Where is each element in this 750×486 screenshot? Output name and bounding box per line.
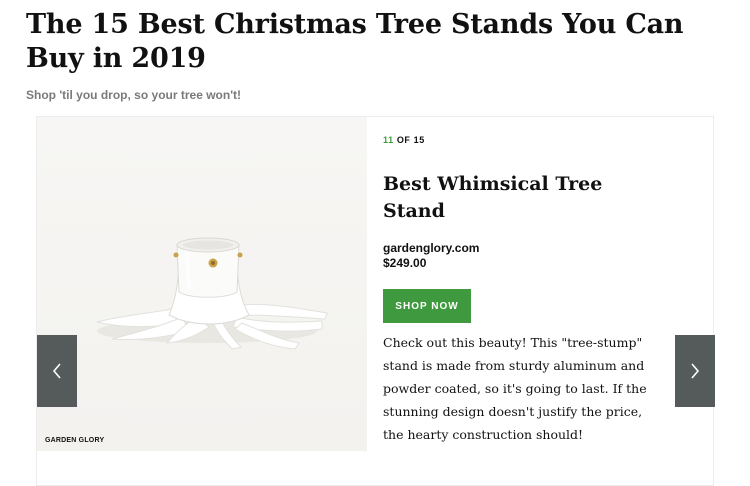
previous-slide-button[interactable] — [37, 335, 77, 407]
product-image: GARDEN GLORY — [37, 117, 367, 451]
article-headline: The 15 Best Christmas Tree Stands You Ca… — [26, 9, 684, 74]
chevron-left-icon — [52, 363, 61, 379]
slideshow-card: GARDEN GLORY 11 OF 15 Best Whimsical Tre… — [36, 116, 715, 486]
next-slide-button[interactable] — [675, 335, 715, 407]
slide-total: OF 15 — [396, 135, 425, 145]
retailer-link[interactable]: gardenglory.com — [383, 241, 479, 256]
product-title: Best Whimsical Tree Stand — [383, 173, 603, 222]
image-credit: GARDEN GLORY — [45, 437, 105, 444]
slide-index: 11 — [383, 135, 394, 145]
chevron-right-icon — [691, 363, 700, 379]
tree-stump-stand-image — [96, 237, 328, 350]
article-subhead: Shop 'til you drop, so your tree won't! — [26, 88, 242, 102]
shop-now-button[interactable]: SHOP NOW — [383, 289, 471, 323]
product-price: $249.00 — [383, 256, 427, 270]
slide-counter: 11 OF 15 — [383, 135, 425, 145]
product-description: Check out this beauty! This "tree-stump"… — [383, 335, 647, 442]
